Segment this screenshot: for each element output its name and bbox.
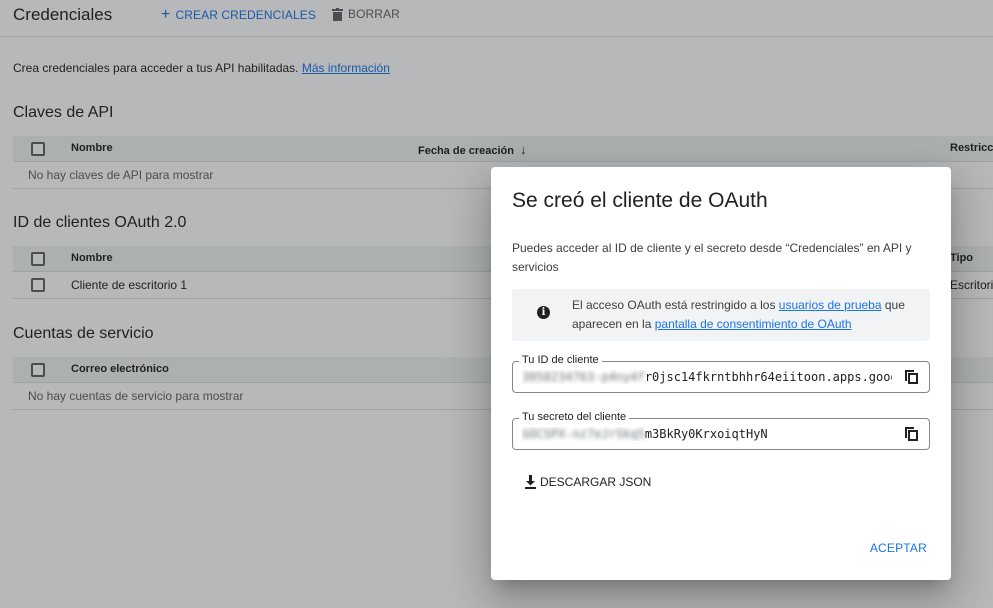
consent-screen-link[interactable]: pantalla de consentimiento de OAuth	[655, 317, 852, 331]
info-banner: i El acceso OAuth está restringido a los…	[512, 289, 930, 341]
redacted-text: GOCSPX-nz7eJrSkq5	[522, 427, 645, 441]
client-id-field[interactable]: Tu ID de cliente 3058234763-p4ny4fr0jsc1…	[512, 354, 930, 393]
dialog-description: Puedes acceder al ID de cliente y el sec…	[512, 241, 912, 274]
client-id-label: Tu ID de cliente	[519, 354, 602, 366]
accept-button[interactable]: ACEPTAR	[870, 541, 927, 555]
info-icon: i	[537, 306, 550, 319]
download-icon	[525, 475, 536, 489]
client-id-value[interactable]: 3058234763-p4ny4fr0jsc14fkrntbhhr64eiito…	[522, 370, 892, 384]
client-secret-value[interactable]: GOCSPX-nz7eJrSkq5m3BkRy0KrxoiqtHyN	[522, 427, 892, 441]
client-secret-label: Tu secreto del cliente	[519, 411, 630, 423]
copy-icon[interactable]	[905, 370, 919, 385]
test-users-link[interactable]: usuarios de prueba	[779, 298, 882, 312]
download-json-label: DESCARGAR JSON	[540, 475, 652, 489]
info-text: El acceso OAuth está restringido a los u…	[572, 298, 905, 331]
client-secret-field[interactable]: Tu secreto del cliente GOCSPX-nz7eJrSkq5…	[512, 411, 930, 450]
copy-icon[interactable]	[905, 427, 919, 442]
redacted-text: 3058234763-p4ny4f	[522, 370, 645, 384]
dialog-title: Se creó el cliente de OAuth	[512, 189, 768, 212]
download-json-button[interactable]: DESCARGAR JSON	[524, 475, 651, 489]
oauth-created-dialog: Se creó el cliente de OAuth Puedes acced…	[491, 167, 951, 580]
